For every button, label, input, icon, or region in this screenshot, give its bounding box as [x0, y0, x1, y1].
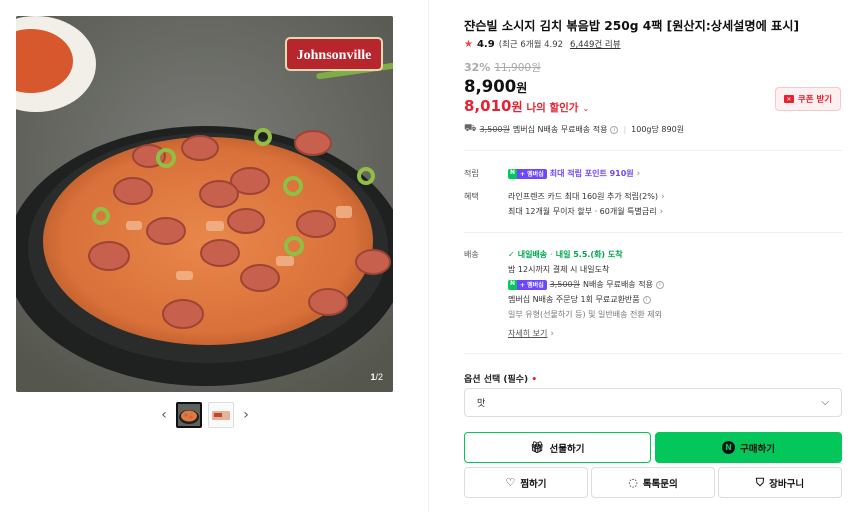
thumbnail-1[interactable]	[176, 402, 202, 428]
rating-recent: (최근 6개월 4.92	[498, 40, 564, 50]
shipping-summary: ⛟ 3,500원 멤버십 N배송 무료배송 적용 i | 100g당 890원	[464, 123, 684, 136]
delivery-cutoff: 밤 12시까지 결제 시 내일도착	[508, 265, 610, 274]
heart-icon: ♡	[505, 476, 516, 489]
points-row[interactable]: N + 멤버십 최대 적립 포인트 910원 ›	[508, 168, 640, 179]
delivery-tomorrow: ✓ 내일배송 · 내일 5.5.(화) 도착	[508, 250, 623, 259]
svg-text:Johnsonville: Johnsonville	[297, 48, 372, 63]
section-divider	[464, 232, 842, 233]
gift-icon: 🎁︎	[530, 441, 545, 454]
info-icon[interactable]: i	[642, 295, 651, 304]
sale-price-row: 8,900원	[464, 77, 527, 96]
brand-logo: Johnsonville	[285, 37, 383, 71]
truck-icon: ⛟	[464, 123, 477, 134]
main-product-image[interactable]: Johnsonville 1/2	[16, 16, 393, 392]
discount-percent: 32%	[464, 61, 491, 74]
section-divider	[464, 150, 842, 151]
buy-button[interactable]: N 구매하기	[655, 432, 842, 463]
coupon-button[interactable]: ✕ 쿠폰 받기	[775, 87, 841, 111]
prev-image-icon[interactable]: ‹	[158, 401, 170, 429]
shipping-old-fee: 3,500원	[479, 125, 510, 134]
npay-icon: N	[722, 441, 736, 454]
benefits-label: 혜택	[464, 192, 479, 201]
image-counter: 1/2	[370, 372, 383, 382]
option-label: 옵션 선택 (필수) •	[464, 375, 538, 385]
wishlist-button[interactable]: ♡ 찜하기	[464, 467, 588, 498]
coupon-icon: ✕	[783, 95, 794, 103]
sale-price: 8,900	[464, 77, 517, 96]
thumbnail-2[interactable]	[208, 402, 234, 428]
membership-badge: N + 멤버십	[508, 279, 547, 290]
member-price-row[interactable]: 8,010원 나의 할인가 ⌄	[464, 97, 589, 115]
chevron-down-icon: ⌵	[821, 397, 829, 408]
info-icon[interactable]: i	[610, 125, 619, 134]
delivery-free: N + 멤버십 3,500원 N배송 무료배송 적용 i	[508, 279, 664, 290]
shipping-text: 멤버십 N배송 무료배송 적용	[512, 125, 608, 134]
member-price: 8,010	[464, 97, 512, 115]
original-price: 11,900원	[494, 62, 541, 74]
product-photo: Johnsonville	[16, 16, 393, 392]
delivery-note: 일부 유형(선물하기 등) 및 일반배송 전환 제외	[508, 310, 662, 319]
points-label: 적립	[464, 169, 479, 178]
unit-price: 100g당 890원	[631, 125, 685, 134]
product-title: 쟌슨빌 소시지 김치 볶음밥 250g 4팩 [원산지:상세설명에 표시]	[464, 19, 800, 33]
column-divider	[428, 0, 429, 512]
rating-row: ★ 4.9 (최근 6개월 4.92 6,449건 리뷰	[464, 38, 621, 51]
star-icon: ★	[464, 38, 473, 50]
info-icon[interactable]: i	[655, 280, 664, 289]
benefit-installment[interactable]: 최대 12개월 무이자 할부 · 60개월 특별금리 ›	[508, 206, 663, 217]
delivery-exchange: 멤버십 N배송 주문당 1회 무료교환반품 i	[508, 294, 651, 305]
required-mark: •	[531, 375, 538, 385]
cart-button[interactable]: ⛉ 장바구니	[718, 467, 842, 498]
next-image-icon[interactable]: ›	[240, 401, 252, 429]
coupon-label: 쿠폰 받기	[797, 95, 833, 105]
talk-inquiry-button[interactable]: ◌ 톡톡문의	[591, 467, 715, 498]
chevron-right-icon: ›	[550, 328, 554, 339]
separator: |	[623, 125, 627, 134]
shopping-bag-icon: ⛉	[755, 475, 765, 489]
sale-price-unit: 원	[516, 81, 528, 95]
member-price-unit: 원	[511, 100, 523, 114]
section-divider	[464, 353, 842, 354]
thumbnail-strip: ‹ ›	[158, 401, 252, 429]
member-price-label: 나의 할인가	[526, 102, 579, 114]
original-price-row: 32% 11,900원	[464, 60, 541, 75]
benefit-card[interactable]: 라인프렌즈 카드 최대 160원 추가 적립(2%) ›	[508, 191, 665, 202]
separator: ·	[550, 250, 553, 259]
review-count-link[interactable]: 6,449건 리뷰	[570, 38, 621, 50]
chevron-right-icon: ›	[660, 191, 665, 202]
delivery-label: 배송	[464, 250, 479, 259]
chevron-right-icon: ›	[659, 206, 664, 217]
rating-value: 4.9	[476, 38, 495, 50]
points-text: 최대 적립 포인트 910원	[549, 169, 634, 178]
chevron-down-icon: ⌄	[582, 104, 590, 113]
chevron-right-icon: ›	[636, 168, 641, 179]
option-selected-value: 맛	[477, 399, 486, 409]
option-select[interactable]: 맛 ⌵	[464, 388, 842, 417]
delivery-check-icon: ✓	[508, 250, 515, 259]
delivery-details-link[interactable]: 자세히 보기 ›	[508, 328, 554, 339]
chat-bubble-icon: ◌	[628, 476, 638, 489]
gift-button[interactable]: 🎁︎ 선물하기	[464, 432, 651, 463]
membership-badge: N + 멤버십	[508, 168, 547, 179]
